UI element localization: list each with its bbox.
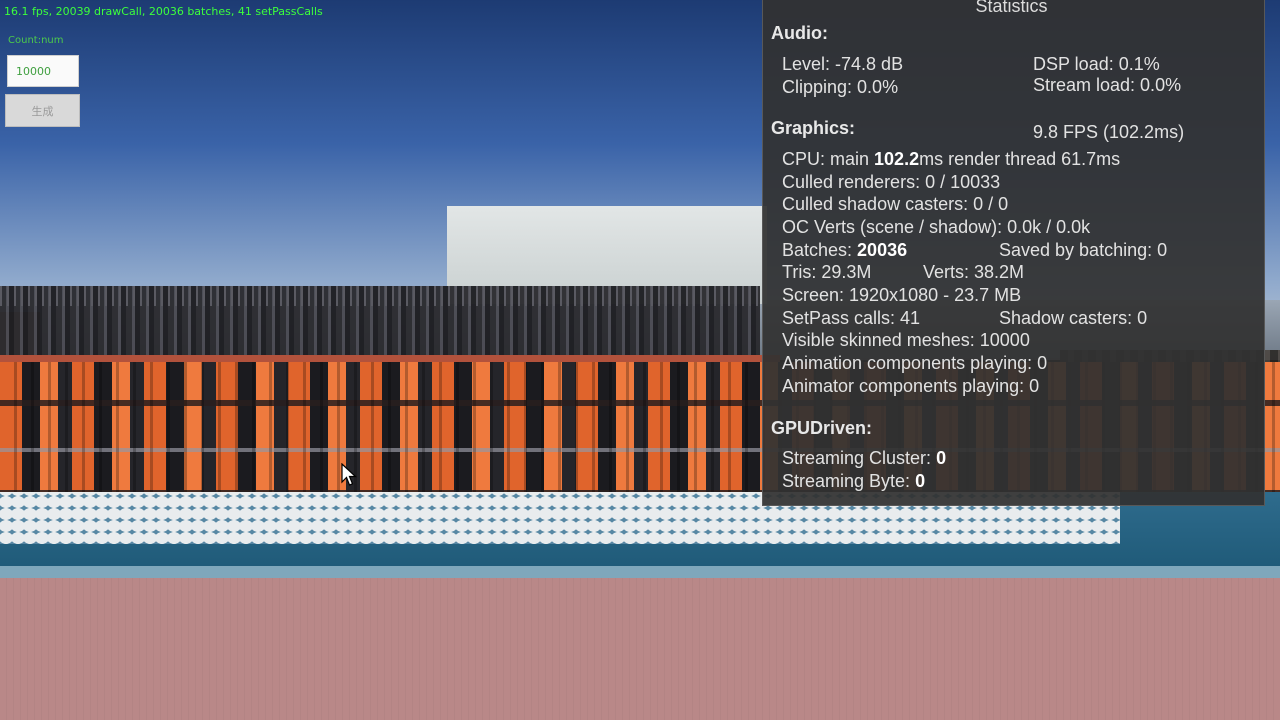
streaming-byte: Streaming Byte: 0: [782, 471, 925, 492]
gpudriven-heading: GPUDriven:: [771, 418, 873, 438]
animator-components: Animator components playing: 0: [782, 376, 1040, 396]
cpu-suffix: ms render thread 61.7ms: [919, 149, 1121, 169]
batches: Batches: 20036: [782, 240, 907, 261]
visible-skinned-meshes: Visible skinned meshes: 10000: [782, 330, 1030, 350]
fps-counter: 16.1 fps, 20039 drawCall, 20036 batches,…: [4, 5, 323, 18]
streaming-cluster-label: Streaming Cluster:: [782, 448, 937, 468]
statistics-panel: Statistics Audio: Level: -74.8 dB DSP lo…: [762, 0, 1265, 506]
audio-level: Level: -74.8 dB: [782, 54, 904, 74]
audio-stream-load: Stream load: 0.0%: [1033, 75, 1182, 95]
animation-components: Animation components playing: 0: [782, 353, 1048, 373]
batches-label: Batches:: [782, 240, 858, 260]
audio-dsp-load: DSP load: 0.1%: [1033, 54, 1160, 74]
character-crowd-hair: [0, 286, 760, 306]
streaming-byte-value: 0: [915, 471, 926, 491]
panel-title: Statistics: [975, 0, 1048, 16]
mouse-pointer-icon: [341, 463, 357, 486]
audio-heading: Audio:: [771, 23, 828, 43]
shadow-casters: Shadow casters: 0: [999, 308, 1148, 328]
graphics-fps: 9.8 FPS (102.2ms): [1033, 122, 1185, 142]
cpu-main-value: 102.2: [874, 149, 920, 169]
count-input[interactable]: [7, 55, 79, 87]
graphics-cpu: CPU: main 102.2ms render thread 61.7ms: [782, 149, 1120, 170]
audio-clipping: Clipping: 0.0%: [782, 77, 899, 97]
screen-info: Screen: 1920x1080 - 23.7 MB: [782, 285, 1022, 305]
water-edge: [0, 566, 1280, 578]
tris: Tris: 29.3M: [782, 262, 872, 282]
culled-renderers: Culled renderers: 0 / 10033: [782, 172, 1001, 192]
oc-verts: OC Verts (scene / shadow): 0.0k / 0.0k: [782, 217, 1091, 237]
graphics-heading: Graphics:: [771, 118, 856, 138]
streaming-byte-label: Streaming Byte:: [782, 471, 916, 491]
setpass-calls: SetPass calls: 41: [782, 308, 921, 328]
saved-by-batching: Saved by batching: 0: [999, 240, 1168, 260]
ground-texture: [0, 578, 1280, 720]
count-label: Count:num: [8, 35, 64, 46]
generate-button[interactable]: 生成: [5, 94, 80, 127]
cpu-prefix: CPU: main: [782, 149, 875, 169]
culled-shadow-casters: Culled shadow casters: 0 / 0: [782, 194, 1009, 214]
streaming-cluster: Streaming Cluster: 0: [782, 448, 946, 469]
verts: Verts: 38.2M: [923, 262, 1025, 282]
streaming-cluster-value: 0: [936, 448, 947, 468]
batches-value: 20036: [857, 240, 908, 260]
